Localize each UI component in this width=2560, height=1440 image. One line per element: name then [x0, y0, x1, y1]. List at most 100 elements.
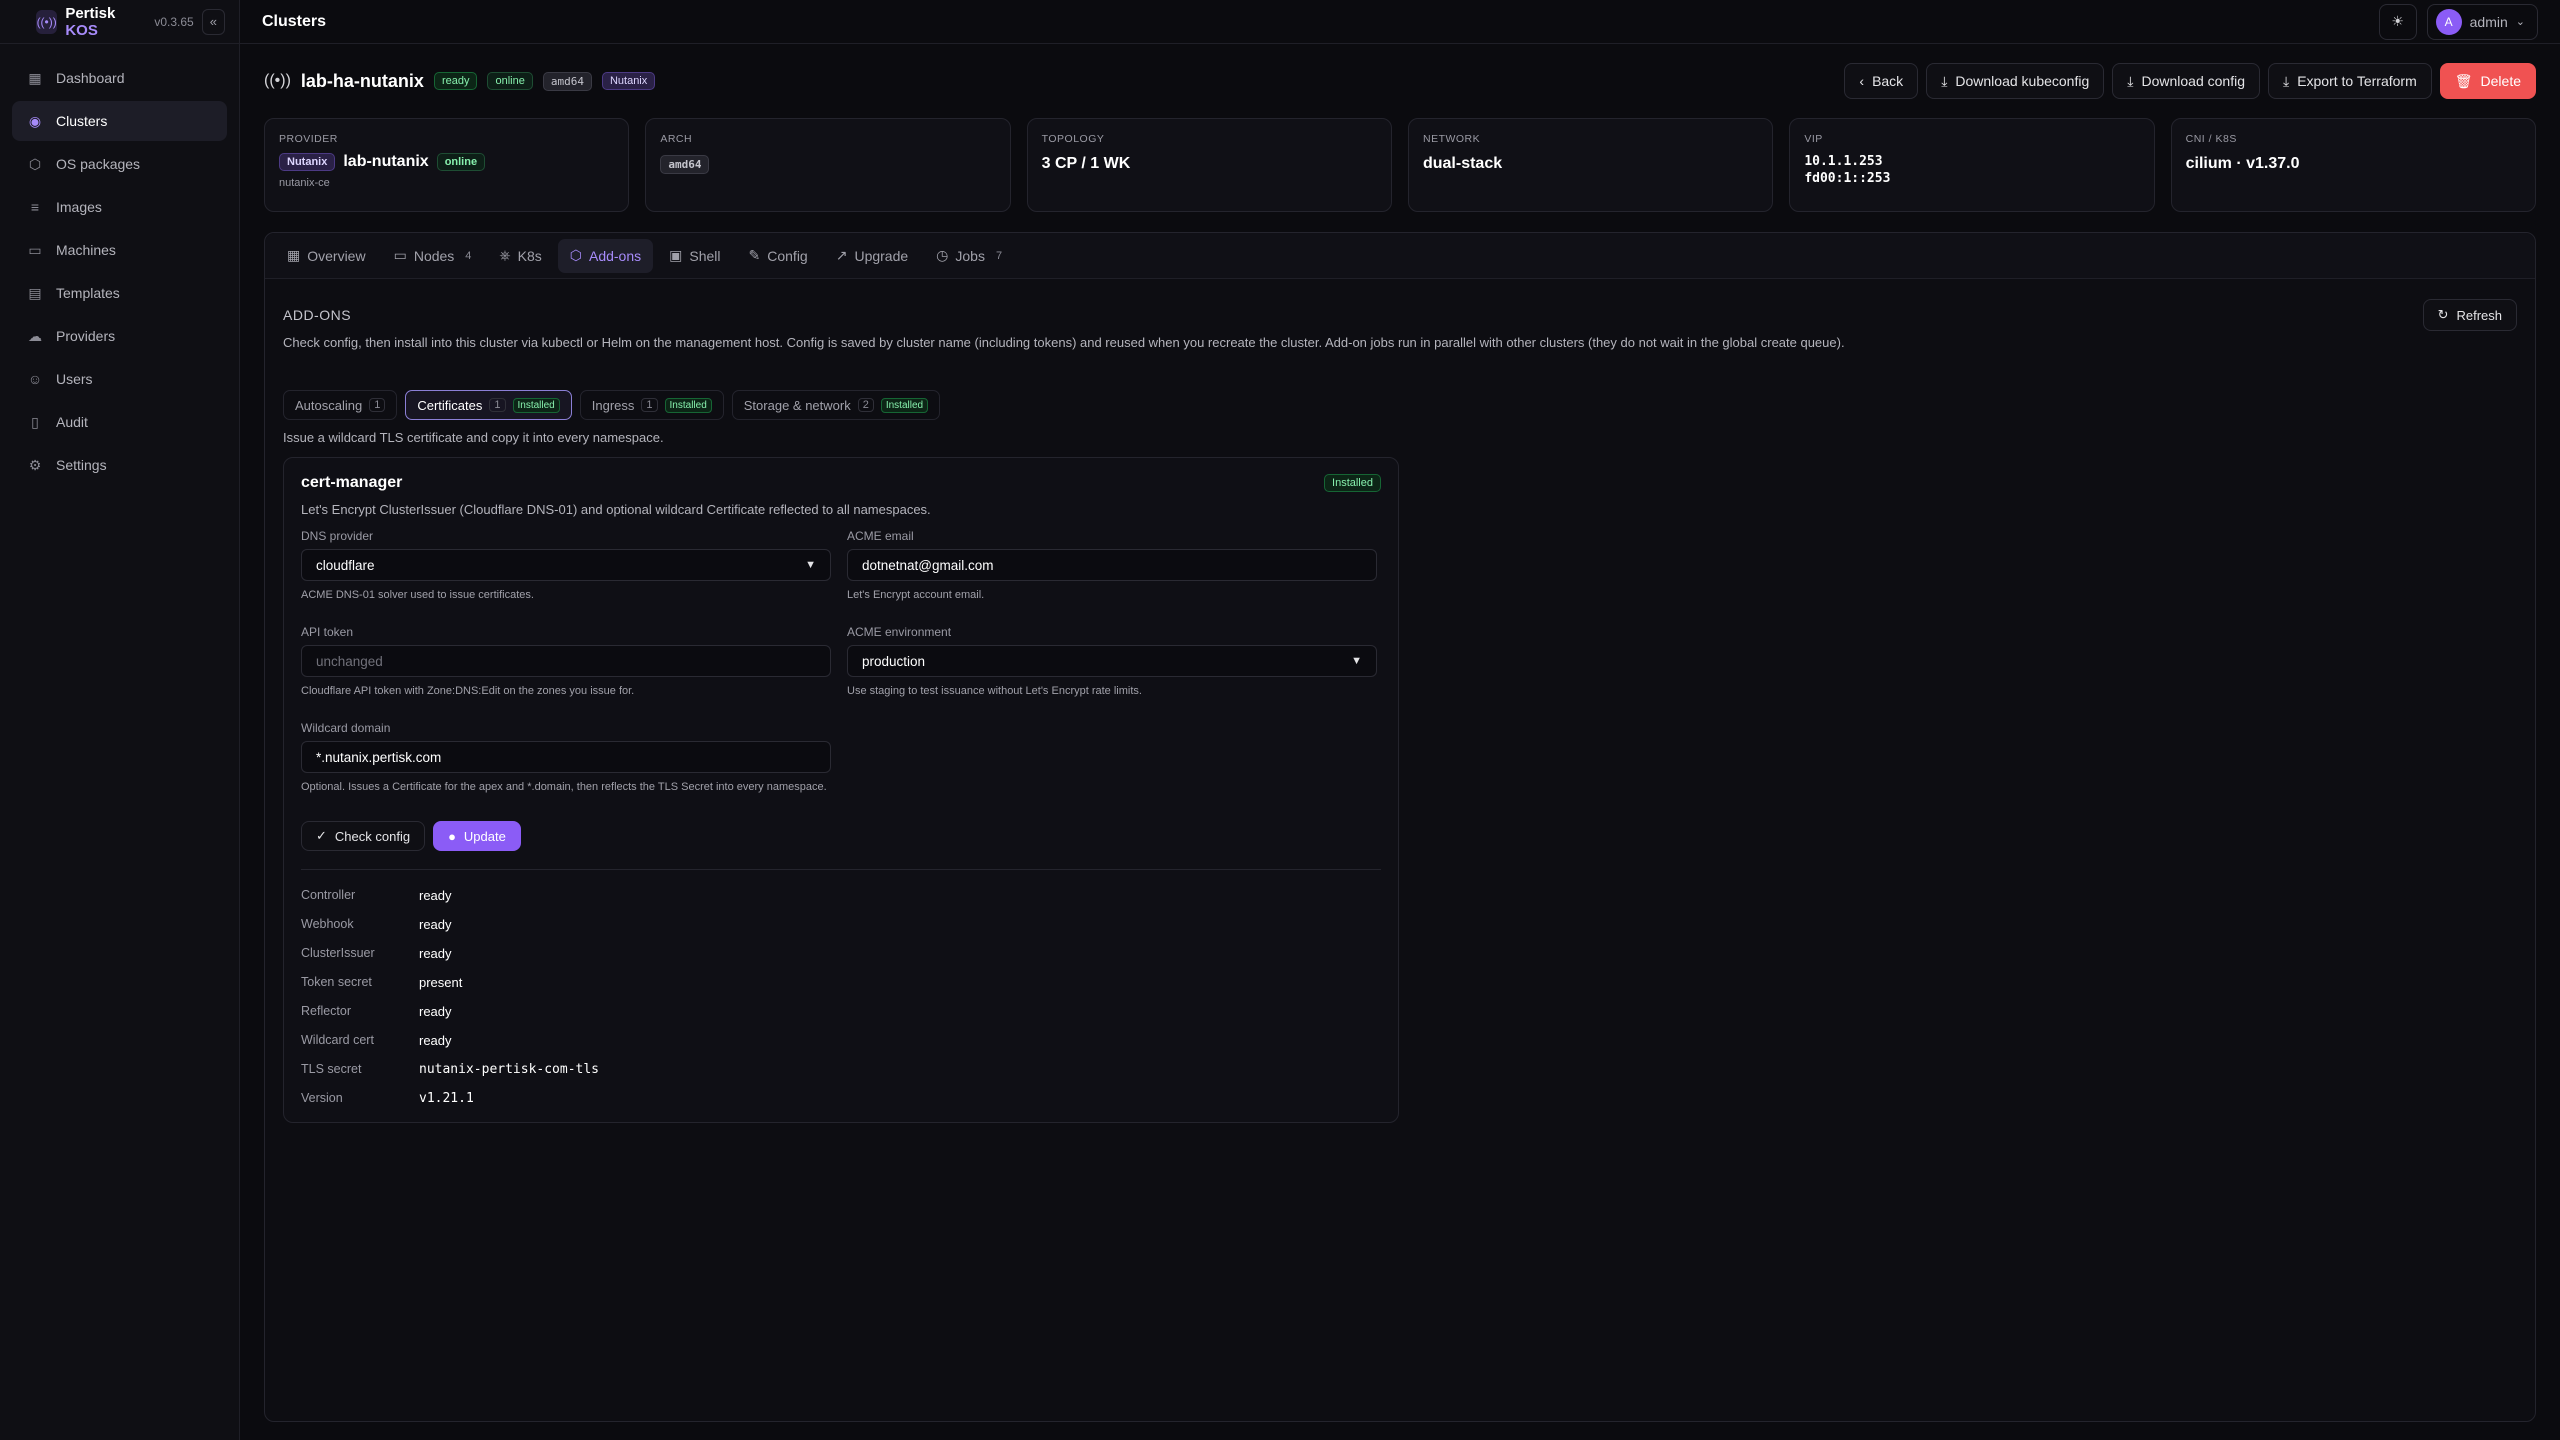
tab-jobs[interactable]: ◷ Jobs 7: [924, 239, 1014, 273]
tab-k8s[interactable]: ⎈ K8s: [487, 239, 553, 273]
cloud-icon: ☁: [28, 327, 42, 344]
summary-cards: Provider Nutanix lab-nutanix online nutani…: [264, 118, 2536, 212]
sidebar-item-os-packages[interactable]: ⬡ OS packages: [12, 144, 227, 184]
theme-toggle-button[interactable]: ☀: [2378, 3, 2417, 40]
dns-provider-field: DNS provider cloudflare ▼ ACME DNS-01 sol…: [301, 529, 831, 603]
cni-value: cilium · v1.37.0: [2185, 155, 2300, 172]
installed-badge: Installed: [1324, 474, 1381, 492]
api-token-field: API token unchanged Cloudflare API token…: [301, 625, 831, 699]
topology-value: 3 CP / 1 WK: [1041, 155, 1131, 172]
sidebar-item-templates[interactable]: ▤ Templates: [12, 273, 227, 313]
clock-icon: ◷: [936, 247, 949, 263]
subtab-autoscaling[interactable]: Autoscaling 1: [283, 390, 398, 420]
api-token-input[interactable]: unchanged: [301, 645, 831, 677]
sidebar-item-machines[interactable]: ▭ Machines: [12, 230, 227, 270]
signal-icon: ◉: [28, 112, 42, 129]
arch-card: Arch amd64: [645, 118, 1011, 212]
collapse-sidebar-button[interactable]: «: [201, 8, 226, 35]
terminal-icon: ▣: [669, 247, 683, 263]
topbar: Clusters ☀ A admin ⌄: [240, 0, 2560, 44]
wildcard-domain-input[interactable]: *.nutanix.pertisk.com: [301, 741, 831, 773]
monitor-icon: ▭: [28, 241, 42, 258]
chevron-down-icon: ▼: [805, 559, 816, 571]
tab-config[interactable]: ✎ Config: [737, 239, 820, 273]
sidebar-nav: ▦ Dashboard ◉ Clusters ⬡ OS packages ≡ Image…: [0, 44, 239, 502]
arch-value: amd64: [660, 155, 710, 174]
sidebar: ((•)) Pertisk KOS v0.3.65 « ▦ Dashboard ◉…: [0, 0, 240, 1440]
brand: ((•)) Pertisk KOS v0.3.65 «: [0, 0, 239, 44]
app-name: Pertisk KOS: [65, 4, 116, 39]
sun-icon: ☀: [2391, 13, 2404, 29]
dns-provider-select[interactable]: cloudflare ▼: [301, 549, 831, 581]
sidebar-item-images[interactable]: ≡ Images: [12, 187, 227, 227]
wildcard-domain-field: Wildcard domain *.nutanix.pertisk.com Op…: [301, 721, 831, 795]
chevron-left-icon: ‹: [1859, 73, 1865, 89]
tab-overview[interactable]: ▦ Overview: [275, 239, 378, 273]
trash-icon: 🗑: [2454, 72, 2473, 89]
cni-card: CNI / K8s cilium · v1.37.0: [2170, 118, 2536, 212]
acme-environment-field: ACME environment production ▼ Use staging…: [847, 625, 1377, 699]
category-hint: Issue a wildcard TLS certificate and cop…: [283, 430, 664, 445]
download-config-button[interactable]: ⤓ Download config: [2112, 63, 2260, 99]
page-title: Clusters: [262, 12, 327, 30]
provider-status: online: [436, 153, 486, 171]
divider: [301, 869, 1381, 870]
gear-icon: ⚙: [28, 456, 42, 473]
online-badge: online: [487, 72, 533, 90]
arch-badge: amd64: [542, 71, 592, 91]
provider-card: Provider Nutanix lab-nutanix online nutani…: [264, 118, 630, 212]
tab-nodes[interactable]: ▭ Nodes 4: [382, 239, 484, 273]
vip-v6: fd00:1::253: [1804, 171, 1891, 186]
cluster-header: ((•)) lab-ha-nutanix ready online amd64 …: [264, 44, 2536, 118]
download-icon: ⤓: [2127, 72, 2134, 89]
sidebar-item-settings[interactable]: ⚙ Settings: [12, 445, 227, 485]
provider-tag: Nutanix: [279, 153, 336, 171]
vip-card: VIP 10.1.1.253 fd00:1::253: [1789, 118, 2155, 212]
sidebar-item-providers[interactable]: ☁ Providers: [12, 316, 227, 356]
export-terraform-button[interactable]: ⤓ Export to Terraform: [2267, 63, 2432, 99]
acme-email-input[interactable]: dotnetnat@gmail.com: [847, 549, 1377, 581]
app-version: v0.3.65: [154, 14, 194, 29]
status-list: Controller ready Webhook ready ClusterIssu…: [301, 888, 600, 1106]
download-kubeconfig-button[interactable]: ⤓ Download kubeconfig: [1926, 63, 2105, 99]
provider-name: lab-nutanix: [343, 153, 429, 170]
pencil-icon: ✎: [748, 247, 761, 263]
provider-badge: Nutanix: [601, 72, 656, 90]
check-config-button[interactable]: ✓ Check config: [301, 821, 426, 851]
refresh-icon: ↻: [2437, 307, 2449, 322]
clipboard-icon: ▯: [31, 413, 39, 430]
subtab-storage-network[interactable]: Storage & network 2 Installed: [731, 390, 941, 420]
database-icon: ≡: [30, 199, 40, 215]
main-content: ((•)) lab-ha-nutanix ready online amd64 …: [264, 44, 2536, 1422]
network-card: Network dual-stack: [1407, 118, 1774, 212]
sidebar-item-clusters[interactable]: ◉ Clusters: [12, 101, 227, 141]
acme-environment-select[interactable]: production ▼: [847, 645, 1377, 677]
addons-description: Check config, then install into this clu…: [283, 335, 1845, 350]
download-icon: ⤓: [1941, 72, 1948, 89]
server-icon: ▭: [393, 247, 407, 263]
sidebar-item-audit[interactable]: ▯ Audit: [12, 402, 227, 442]
tab-shell[interactable]: ▣ Shell: [657, 239, 732, 273]
tab-upgrade[interactable]: ↗ Upgrade: [824, 239, 920, 273]
subtab-ingress[interactable]: Ingress 1 Installed: [579, 390, 724, 420]
tab-addons[interactable]: ⬡ Add-ons: [557, 238, 654, 273]
back-button[interactable]: ‹ Back: [1844, 63, 1919, 99]
acme-email-field: ACME email dotnetnat@gmail.com Let's Enc…: [847, 529, 1377, 603]
sidebar-item-users[interactable]: ☺ Users: [12, 359, 227, 399]
refresh-button[interactable]: ↻ Refresh: [2422, 299, 2517, 331]
status-badge: ready: [433, 72, 478, 90]
update-button[interactable]: ● Update: [433, 821, 521, 851]
sidebar-item-dashboard[interactable]: ▦ Dashboard: [12, 58, 227, 98]
addons-content: Add-ons ↻ Refresh Check config, then inst…: [265, 279, 2535, 1143]
chevron-down-icon: ▼: [1351, 655, 1362, 667]
signal-icon: ((•)): [36, 9, 58, 34]
users-icon: ☺: [27, 371, 43, 387]
cluster-tabs: ▦ Overview ▭ Nodes 4 ⎈ K8s ⬡ Add-ons ▣ Shell ✎…: [265, 233, 2535, 279]
vip-v4: 10.1.1.253: [1804, 154, 1883, 169]
delete-button[interactable]: 🗑 Delete: [2439, 63, 2536, 99]
cluster-name: lab-ha-nutanix: [300, 70, 424, 91]
cert-manager-card: cert-manager Installed Let's Encrypt Clu…: [283, 457, 1399, 1123]
user-name: admin: [2469, 13, 2508, 30]
user-menu[interactable]: A admin ⌄: [2426, 3, 2538, 40]
subtab-certificates[interactable]: Certificates 1 Installed: [405, 390, 572, 420]
